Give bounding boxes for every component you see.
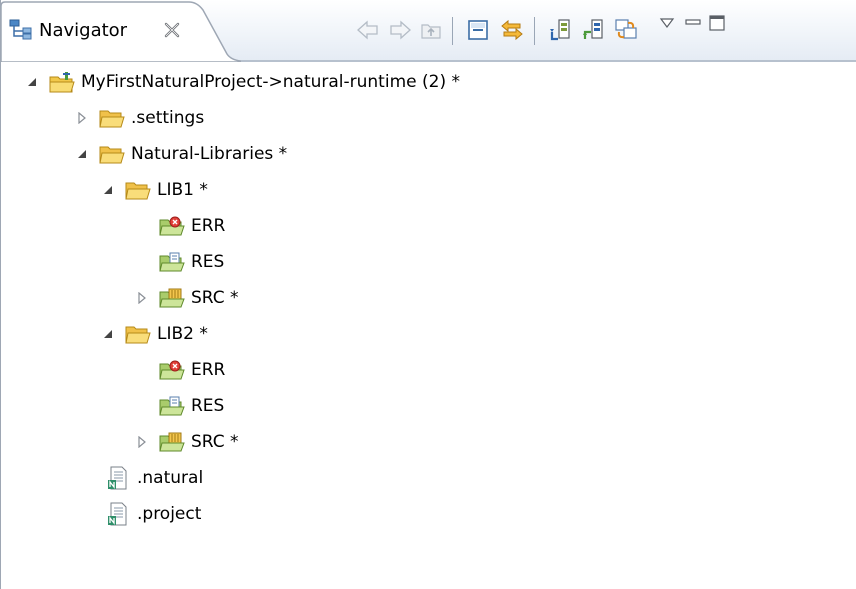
toolbar-separator — [534, 17, 535, 45]
tree-item[interactable]: .project — [105, 496, 201, 532]
tree-item-label: ERR — [191, 216, 226, 236]
tree-item[interactable]: Natural-Libraries * — [75, 136, 287, 172]
resource-folder-icon — [159, 394, 185, 418]
folder-icon — [99, 106, 125, 130]
collapsed-arrow-icon[interactable] — [135, 291, 149, 305]
forward-arrow-icon — [390, 20, 411, 40]
refresh-icon — [615, 19, 637, 39]
source-folder-icon — [159, 430, 185, 454]
tree-item-label: .natural — [137, 468, 204, 488]
collapse-all-icon — [468, 20, 488, 40]
forward-button[interactable] — [385, 15, 415, 45]
tree-item-label: LIB1 * — [157, 180, 208, 200]
tree-item[interactable]: ERR — [159, 208, 225, 244]
tab-title: Navigator — [39, 20, 128, 41]
navigator-icon — [7, 16, 35, 44]
tree-item-label: RES — [191, 252, 225, 272]
navigator-view: Navigator MyFirstNaturalProject->natural… — [0, 0, 856, 589]
tree-item-label: RES — [191, 396, 225, 416]
collapsed-arrow-icon[interactable] — [75, 111, 89, 125]
navigator-tree: MyFirstNaturalProject->natural-runtime (… — [1, 62, 856, 589]
maximize-icon — [709, 15, 725, 31]
resource-folder-icon — [159, 250, 185, 274]
folder-icon — [125, 322, 151, 346]
folder-icon — [99, 142, 125, 166]
tree-item-label: MyFirstNaturalProject->natural-runtime (… — [81, 72, 460, 92]
up-folder-icon — [421, 24, 441, 39]
view-menu-icon — [659, 18, 675, 28]
source-folder-icon — [159, 286, 185, 310]
tree-item-label: SRC * — [191, 432, 239, 452]
download-button[interactable] — [546, 15, 576, 45]
tree-item[interactable]: LIB1 * — [101, 172, 208, 208]
natural-file-icon — [105, 466, 131, 490]
expanded-arrow-icon[interactable] — [25, 75, 39, 89]
view-header: Navigator — [1, 0, 856, 62]
expanded-arrow-icon[interactable] — [75, 147, 89, 161]
collapsed-arrow-icon[interactable] — [135, 435, 149, 449]
tree-item-label: SRC * — [191, 288, 239, 308]
minimize-icon — [685, 19, 701, 25]
tree-item[interactable]: SRC * — [135, 280, 239, 316]
folder-icon — [125, 178, 151, 202]
tree-item[interactable]: MyFirstNaturalProject->natural-runtime (… — [25, 64, 460, 100]
error-folder-icon — [159, 358, 185, 382]
toolbar-separator — [452, 17, 453, 45]
download-icon — [550, 19, 570, 41]
upload-button[interactable] — [579, 15, 609, 45]
up-button[interactable] — [416, 15, 446, 45]
close-icon[interactable] — [163, 21, 181, 39]
tree-item[interactable]: RES — [159, 244, 224, 280]
collapse-all-button[interactable] — [463, 15, 493, 45]
link-with-editor-button[interactable] — [497, 15, 527, 45]
tree-item-label: .project — [137, 504, 202, 524]
tree-item-label: .settings — [131, 108, 205, 128]
back-button[interactable] — [353, 15, 383, 45]
expanded-arrow-icon[interactable] — [101, 183, 115, 197]
back-arrow-icon — [357, 20, 378, 40]
tree-item[interactable]: .natural — [105, 460, 203, 496]
tree-item[interactable]: .settings — [75, 100, 204, 136]
maximize-button[interactable] — [702, 8, 732, 38]
tree-item-label: ERR — [191, 360, 226, 380]
natural-file-icon — [105, 502, 131, 526]
upload-icon — [583, 19, 603, 39]
tree-item[interactable]: LIB2 * — [101, 316, 208, 352]
tree-item[interactable]: SRC * — [135, 424, 239, 460]
project-icon — [49, 70, 75, 94]
link-editor-icon — [501, 19, 523, 41]
expanded-arrow-icon[interactable] — [101, 327, 115, 341]
tree-item-label: Natural-Libraries * — [131, 144, 288, 164]
tab-navigator[interactable]: Navigator — [1, 0, 241, 62]
tree-item[interactable]: ERR — [159, 352, 225, 388]
refresh-button[interactable] — [611, 15, 641, 45]
tree-item[interactable]: RES — [159, 388, 224, 424]
error-folder-icon — [159, 214, 185, 238]
tree-item-label: LIB2 * — [157, 324, 208, 344]
